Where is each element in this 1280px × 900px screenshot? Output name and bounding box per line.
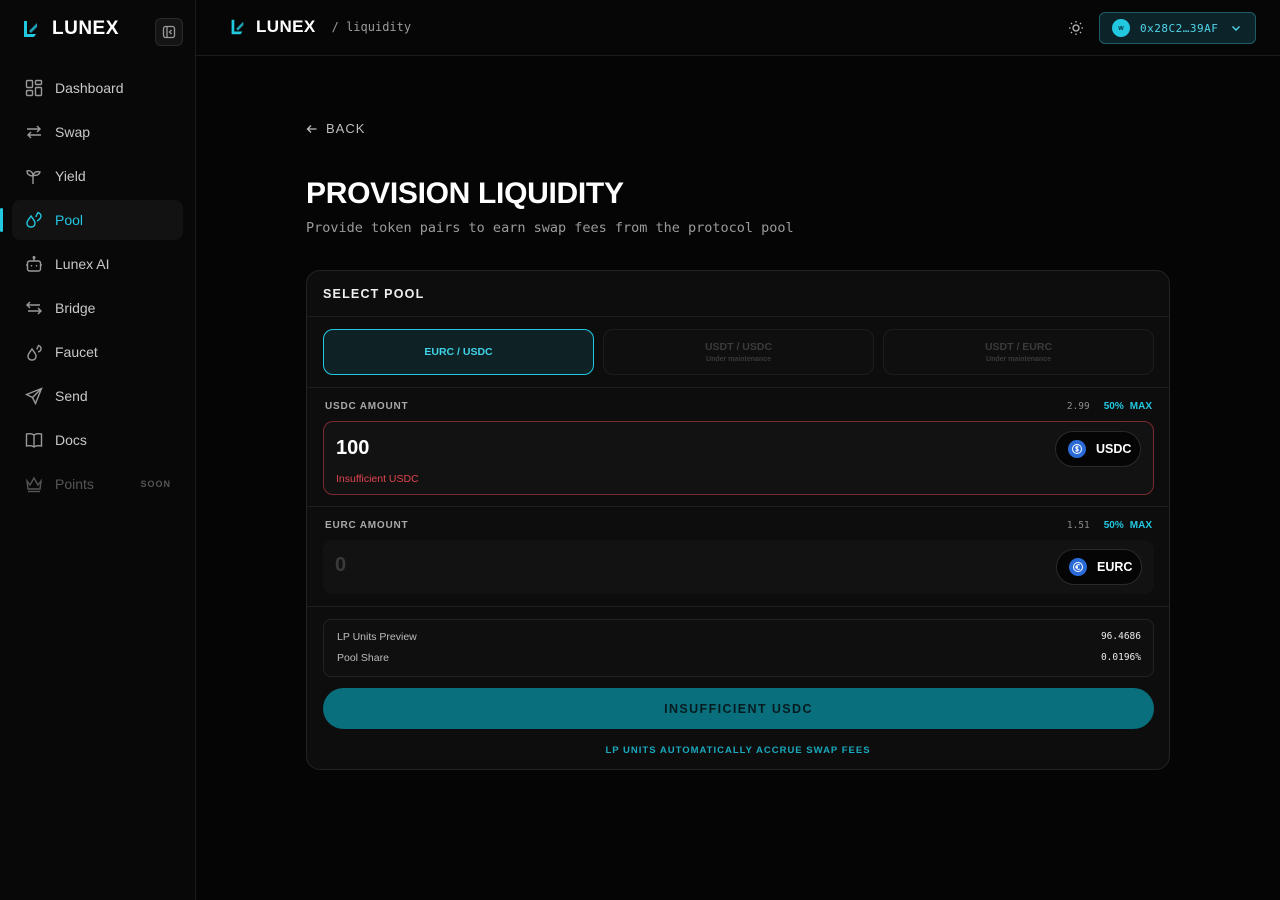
sun-icon: [1069, 21, 1083, 35]
book-icon: [24, 431, 43, 450]
sidebar-item-label: Swap: [55, 124, 91, 140]
lunex-logo-icon: [231, 19, 244, 35]
usdc-amount-section: USDC AMOUNT 2.99 50% MAX 100 Insufficien…: [307, 388, 1169, 507]
usdc-50pct-button[interactable]: 50%: [1104, 401, 1124, 412]
arrow-left-icon: [306, 124, 317, 133]
sidebar-item-points: Points SOON: [12, 464, 183, 504]
sidebar-item-faucet[interactable]: Faucet: [12, 332, 183, 372]
sidebar-item-label: Points: [55, 476, 94, 492]
sidebar-item-bridge[interactable]: Bridge: [12, 288, 183, 328]
dashboard-icon: [24, 79, 43, 98]
back-label: BACK: [326, 121, 366, 136]
sidebar-item-swap[interactable]: Swap: [12, 112, 183, 152]
sidebar-brand[interactable]: LUNEX: [20, 18, 119, 40]
bot-icon: [24, 255, 43, 274]
droplet-icon: [24, 211, 43, 230]
topbar-brand[interactable]: LUNEX / liquidity: [228, 17, 411, 37]
brand-name: LUNEX: [52, 18, 119, 39]
sidebar-item-send[interactable]: Send: [12, 376, 183, 416]
lp-units-value: 96.4686: [1100, 631, 1141, 642]
sidebar-item-label: Faucet: [55, 344, 98, 360]
lp-units-row: LP Units Preview 96.4686: [337, 631, 1141, 643]
pool-tab-status: Under maintenance: [706, 356, 771, 363]
page-subtitle: Provide token pairs to earn swap fees fr…: [306, 220, 794, 236]
usdc-token-name: USDC: [1096, 442, 1132, 456]
pool-tab-label: USDT / USDC: [704, 341, 773, 353]
lp-fees-note: LP UNITS AUTOMATICALLY ACCRUE SWAP FEES: [605, 745, 871, 756]
wallet-avatar: w: [1112, 19, 1130, 37]
pool-tab-label: USDT / EURC: [984, 341, 1053, 353]
lp-units-label: LP Units Preview: [337, 631, 417, 643]
pool-share-row: Pool Share 0.0196%: [337, 652, 1141, 664]
collapse-sidebar-button[interactable]: [155, 18, 183, 46]
eurc-token-icon: [1069, 558, 1087, 576]
eurc-max-button[interactable]: MAX: [1130, 520, 1152, 531]
pool-tab-label: EURC / USDC: [424, 346, 493, 358]
pool-tab-status: Under maintenance: [986, 356, 1051, 363]
sidebar-item-label: Dashboard: [55, 80, 124, 96]
eurc-amount-input[interactable]: 0 EURC: [323, 540, 1154, 594]
usdc-amount-value[interactable]: 100: [336, 437, 369, 460]
sidebar-item-lunex-ai[interactable]: Lunex AI: [12, 244, 183, 284]
sidebar-item-label: Yield: [55, 168, 86, 184]
sidebar-item-yield[interactable]: Yield: [12, 156, 183, 196]
wallet-address: 0x28C2…39AF: [1140, 21, 1219, 35]
pool-share-label: Pool Share: [337, 652, 389, 664]
faucet-icon: [24, 343, 43, 362]
sidebar-item-label: Pool: [55, 212, 84, 228]
sidebar-nav: Dashboard Swap Yield Pool Lunex AI Bridg…: [0, 68, 183, 508]
usdc-balance-row: 2.99 50% MAX: [1067, 401, 1152, 412]
sidebar-collapse-icon: [162, 25, 176, 39]
sidebar-item-label: Lunex AI: [55, 256, 110, 272]
lunex-logo-icon: [24, 21, 37, 37]
usdc-token-icon: [1068, 440, 1086, 458]
lp-preview-panel: LP Units Preview 96.4686 Pool Share 0.01…: [323, 619, 1154, 677]
crown-icon: [24, 475, 43, 494]
pool-share-value: 0.0196%: [1100, 652, 1141, 663]
insufficient-usdc-button[interactable]: INSUFFICIENT USDC: [323, 688, 1154, 729]
usdc-max-button[interactable]: MAX: [1130, 401, 1152, 412]
sidebar-item-label: Bridge: [55, 300, 96, 316]
soon-badge: SOON: [140, 479, 171, 489]
usdc-error-message: Insufficient USDC: [336, 473, 419, 485]
eurc-balance: 1.51: [1066, 520, 1090, 531]
pool-tab-usdt-usdc: USDT / USDC Under maintenance: [603, 329, 874, 375]
eurc-balance-row: 1.51 50% MAX: [1067, 520, 1152, 531]
usdc-token-selector[interactable]: USDC: [1055, 431, 1141, 467]
sidebar-item-docs[interactable]: Docs: [12, 420, 183, 460]
sidebar: LUNEX Dashboard Swap Yield Pool Lunex AI: [0, 0, 196, 900]
topbar-brand-name: LUNEX: [256, 17, 316, 36]
topbar: LUNEX / liquidity w 0x28C2…39AF: [196, 0, 1280, 56]
card-title: SELECT POOL: [307, 271, 1169, 317]
pool-tab-usdt-eurc: USDT / EURC Under maintenance: [883, 329, 1154, 375]
breadcrumb: / liquidity: [331, 20, 412, 34]
send-icon: [24, 387, 43, 406]
usdc-amount-input[interactable]: 100 Insufficient USDC USDC: [323, 421, 1154, 495]
liquidity-card: SELECT POOL EURC / USDC USDT / USDC Unde…: [306, 270, 1170, 770]
sprout-icon: [24, 167, 43, 186]
sidebar-item-label: Docs: [55, 432, 87, 448]
eurc-amount-section: EURC AMOUNT 1.51 50% MAX 0 EURC: [307, 507, 1169, 607]
theme-toggle-button[interactable]: [1066, 18, 1086, 38]
eurc-token-name: EURC: [1097, 560, 1133, 574]
pool-selector: EURC / USDC USDT / USDC Under maintenanc…: [307, 317, 1169, 388]
eurc-amount-label: EURC AMOUNT: [325, 520, 409, 531]
sidebar-item-pool[interactable]: Pool: [0, 200, 183, 240]
bridge-icon: [24, 299, 43, 318]
page-title: PROVISION LIQUIDITY: [306, 177, 624, 210]
eurc-amount-value[interactable]: 0: [335, 554, 346, 577]
eurc-50pct-button[interactable]: 50%: [1104, 520, 1124, 531]
chevron-down-icon: [1232, 26, 1241, 31]
pool-tab-eurc-usdc[interactable]: EURC / USDC: [323, 329, 594, 375]
usdc-amount-label: USDC AMOUNT: [325, 401, 409, 412]
eurc-token-selector[interactable]: EURC: [1056, 549, 1142, 585]
back-link[interactable]: BACK: [306, 121, 365, 136]
swap-icon: [24, 123, 43, 142]
wallet-button[interactable]: w 0x28C2…39AF: [1099, 12, 1256, 44]
usdc-balance: 2.99: [1066, 401, 1090, 412]
sidebar-item-dashboard[interactable]: Dashboard: [12, 68, 183, 108]
sidebar-item-label: Send: [55, 388, 88, 404]
